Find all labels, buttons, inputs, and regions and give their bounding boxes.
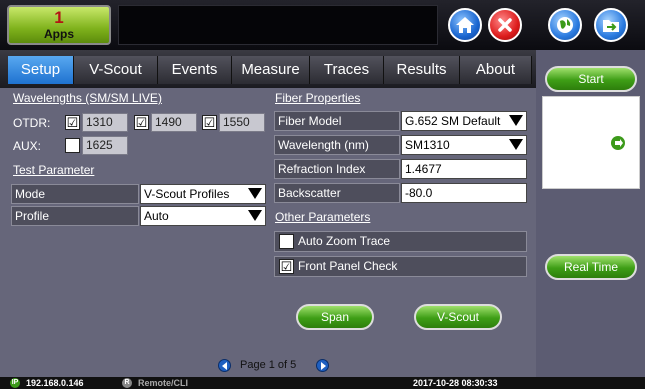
top-bar: 1 Apps xyxy=(0,0,645,50)
profile-label: Profile xyxy=(11,206,139,226)
wavelength-1490-checkbox[interactable]: ☑ xyxy=(134,115,149,130)
aux-1625-value: 1625 xyxy=(82,136,128,155)
close-button[interactable] xyxy=(488,8,522,42)
ip-status-icon: IP xyxy=(10,378,20,388)
tab-events[interactable]: Events xyxy=(158,56,232,84)
refraction-index-input[interactable]: 1.4677 xyxy=(401,159,527,179)
home-icon xyxy=(456,17,474,33)
other-parameters-heading: Other Parameters xyxy=(275,210,371,224)
top-bar-slot xyxy=(118,5,438,45)
remote-label: Remote/CLI xyxy=(138,378,189,388)
chevron-down-icon xyxy=(509,139,523,150)
real-time-button[interactable]: Real Time xyxy=(545,254,637,280)
network-button[interactable] xyxy=(548,8,582,42)
otdr-label: OTDR: xyxy=(13,116,51,130)
status-bar: IP 192.168.0.146 R Remote/CLI 2017-10-28… xyxy=(0,377,645,389)
tab-results[interactable]: Results xyxy=(384,56,460,84)
auto-zoom-trace-option[interactable]: Auto Zoom Trace xyxy=(274,231,527,252)
mode-select[interactable]: V-Scout Profiles xyxy=(140,184,266,204)
page-text: Page 1 of 5 xyxy=(240,359,297,371)
test-parameter-heading: Test Parameter xyxy=(13,163,95,177)
close-icon xyxy=(498,18,512,32)
home-button[interactable] xyxy=(448,8,482,42)
backscatter-label: Backscatter xyxy=(274,183,400,203)
fiber-model-value: G.652 SM Default xyxy=(405,114,501,128)
auto-zoom-trace-label: Auto Zoom Trace xyxy=(298,234,391,248)
wavelength-1310-value: 1310 xyxy=(82,113,128,132)
apps-label: Apps xyxy=(44,27,74,41)
mode-label: Mode xyxy=(11,184,139,204)
profile-value: Auto xyxy=(144,209,169,223)
fiber-properties-heading: Fiber Properties xyxy=(275,91,361,105)
tab-bar: Setup V-Scout Events Measure Traces Resu… xyxy=(0,50,536,88)
next-page-button[interactable] xyxy=(316,359,329,372)
date-time: 2017-10-28 08:30:33 xyxy=(413,378,498,388)
apps-count: 1 xyxy=(54,8,64,27)
chevron-down-icon xyxy=(248,210,262,221)
wavelength-nm-value: SM1310 xyxy=(405,138,450,152)
chevron-right-icon xyxy=(321,362,326,370)
wavelengths-heading: Wavelengths (SM/SM LIVE) xyxy=(13,91,162,105)
ip-address: 192.168.0.146 xyxy=(26,378,84,388)
tab-setup[interactable]: Setup xyxy=(8,56,74,84)
rotate-arrow-icon[interactable] xyxy=(611,136,625,150)
tab-measure[interactable]: Measure xyxy=(232,56,310,84)
aux-1625-checkbox[interactable] xyxy=(65,138,80,153)
front-panel-check-option[interactable]: ☑ Front Panel Check xyxy=(274,256,527,277)
globe-icon xyxy=(557,17,573,33)
chevron-down-icon xyxy=(509,115,523,126)
span-button[interactable]: Span xyxy=(296,304,374,330)
wavelength-nm-label: Wavelength (nm) xyxy=(274,135,400,155)
profile-select[interactable]: Auto xyxy=(140,206,266,226)
v-scout-button[interactable]: V-Scout xyxy=(414,304,502,330)
backscatter-input[interactable]: -80.0 xyxy=(401,183,527,203)
fiber-model-label: Fiber Model xyxy=(274,111,400,131)
front-panel-check-checkbox[interactable]: ☑ xyxy=(279,259,294,274)
wavelength-1310-checkbox[interactable]: ☑ xyxy=(65,115,80,130)
start-button[interactable]: Start xyxy=(545,66,637,92)
wavelength-1550-checkbox[interactable]: ☑ xyxy=(202,115,217,130)
wavelength-1490-value: 1490 xyxy=(151,113,197,132)
auto-zoom-trace-checkbox[interactable] xyxy=(279,234,294,249)
tab-about[interactable]: About xyxy=(460,56,532,84)
remote-status-icon: R xyxy=(122,378,132,388)
aux-label: AUX: xyxy=(13,139,42,153)
page-indicator: Page 1 of 5 xyxy=(0,354,536,374)
wavelength-1550-value: 1550 xyxy=(219,113,265,132)
chevron-down-icon xyxy=(248,188,262,199)
tab-traces[interactable]: Traces xyxy=(310,56,384,84)
wavelength-nm-select[interactable]: SM1310 xyxy=(401,135,527,155)
apps-button[interactable]: 1 Apps xyxy=(7,5,111,45)
trace-preview xyxy=(542,96,640,189)
front-panel-check-label: Front Panel Check xyxy=(298,259,398,273)
fiber-model-select[interactable]: G.652 SM Default xyxy=(401,111,527,131)
refraction-index-label: Refraction Index xyxy=(274,159,400,179)
files-button[interactable] xyxy=(594,8,628,42)
folder-icon xyxy=(603,20,619,32)
tab-v-scout[interactable]: V-Scout xyxy=(74,56,158,84)
mode-value: V-Scout Profiles xyxy=(144,187,230,201)
